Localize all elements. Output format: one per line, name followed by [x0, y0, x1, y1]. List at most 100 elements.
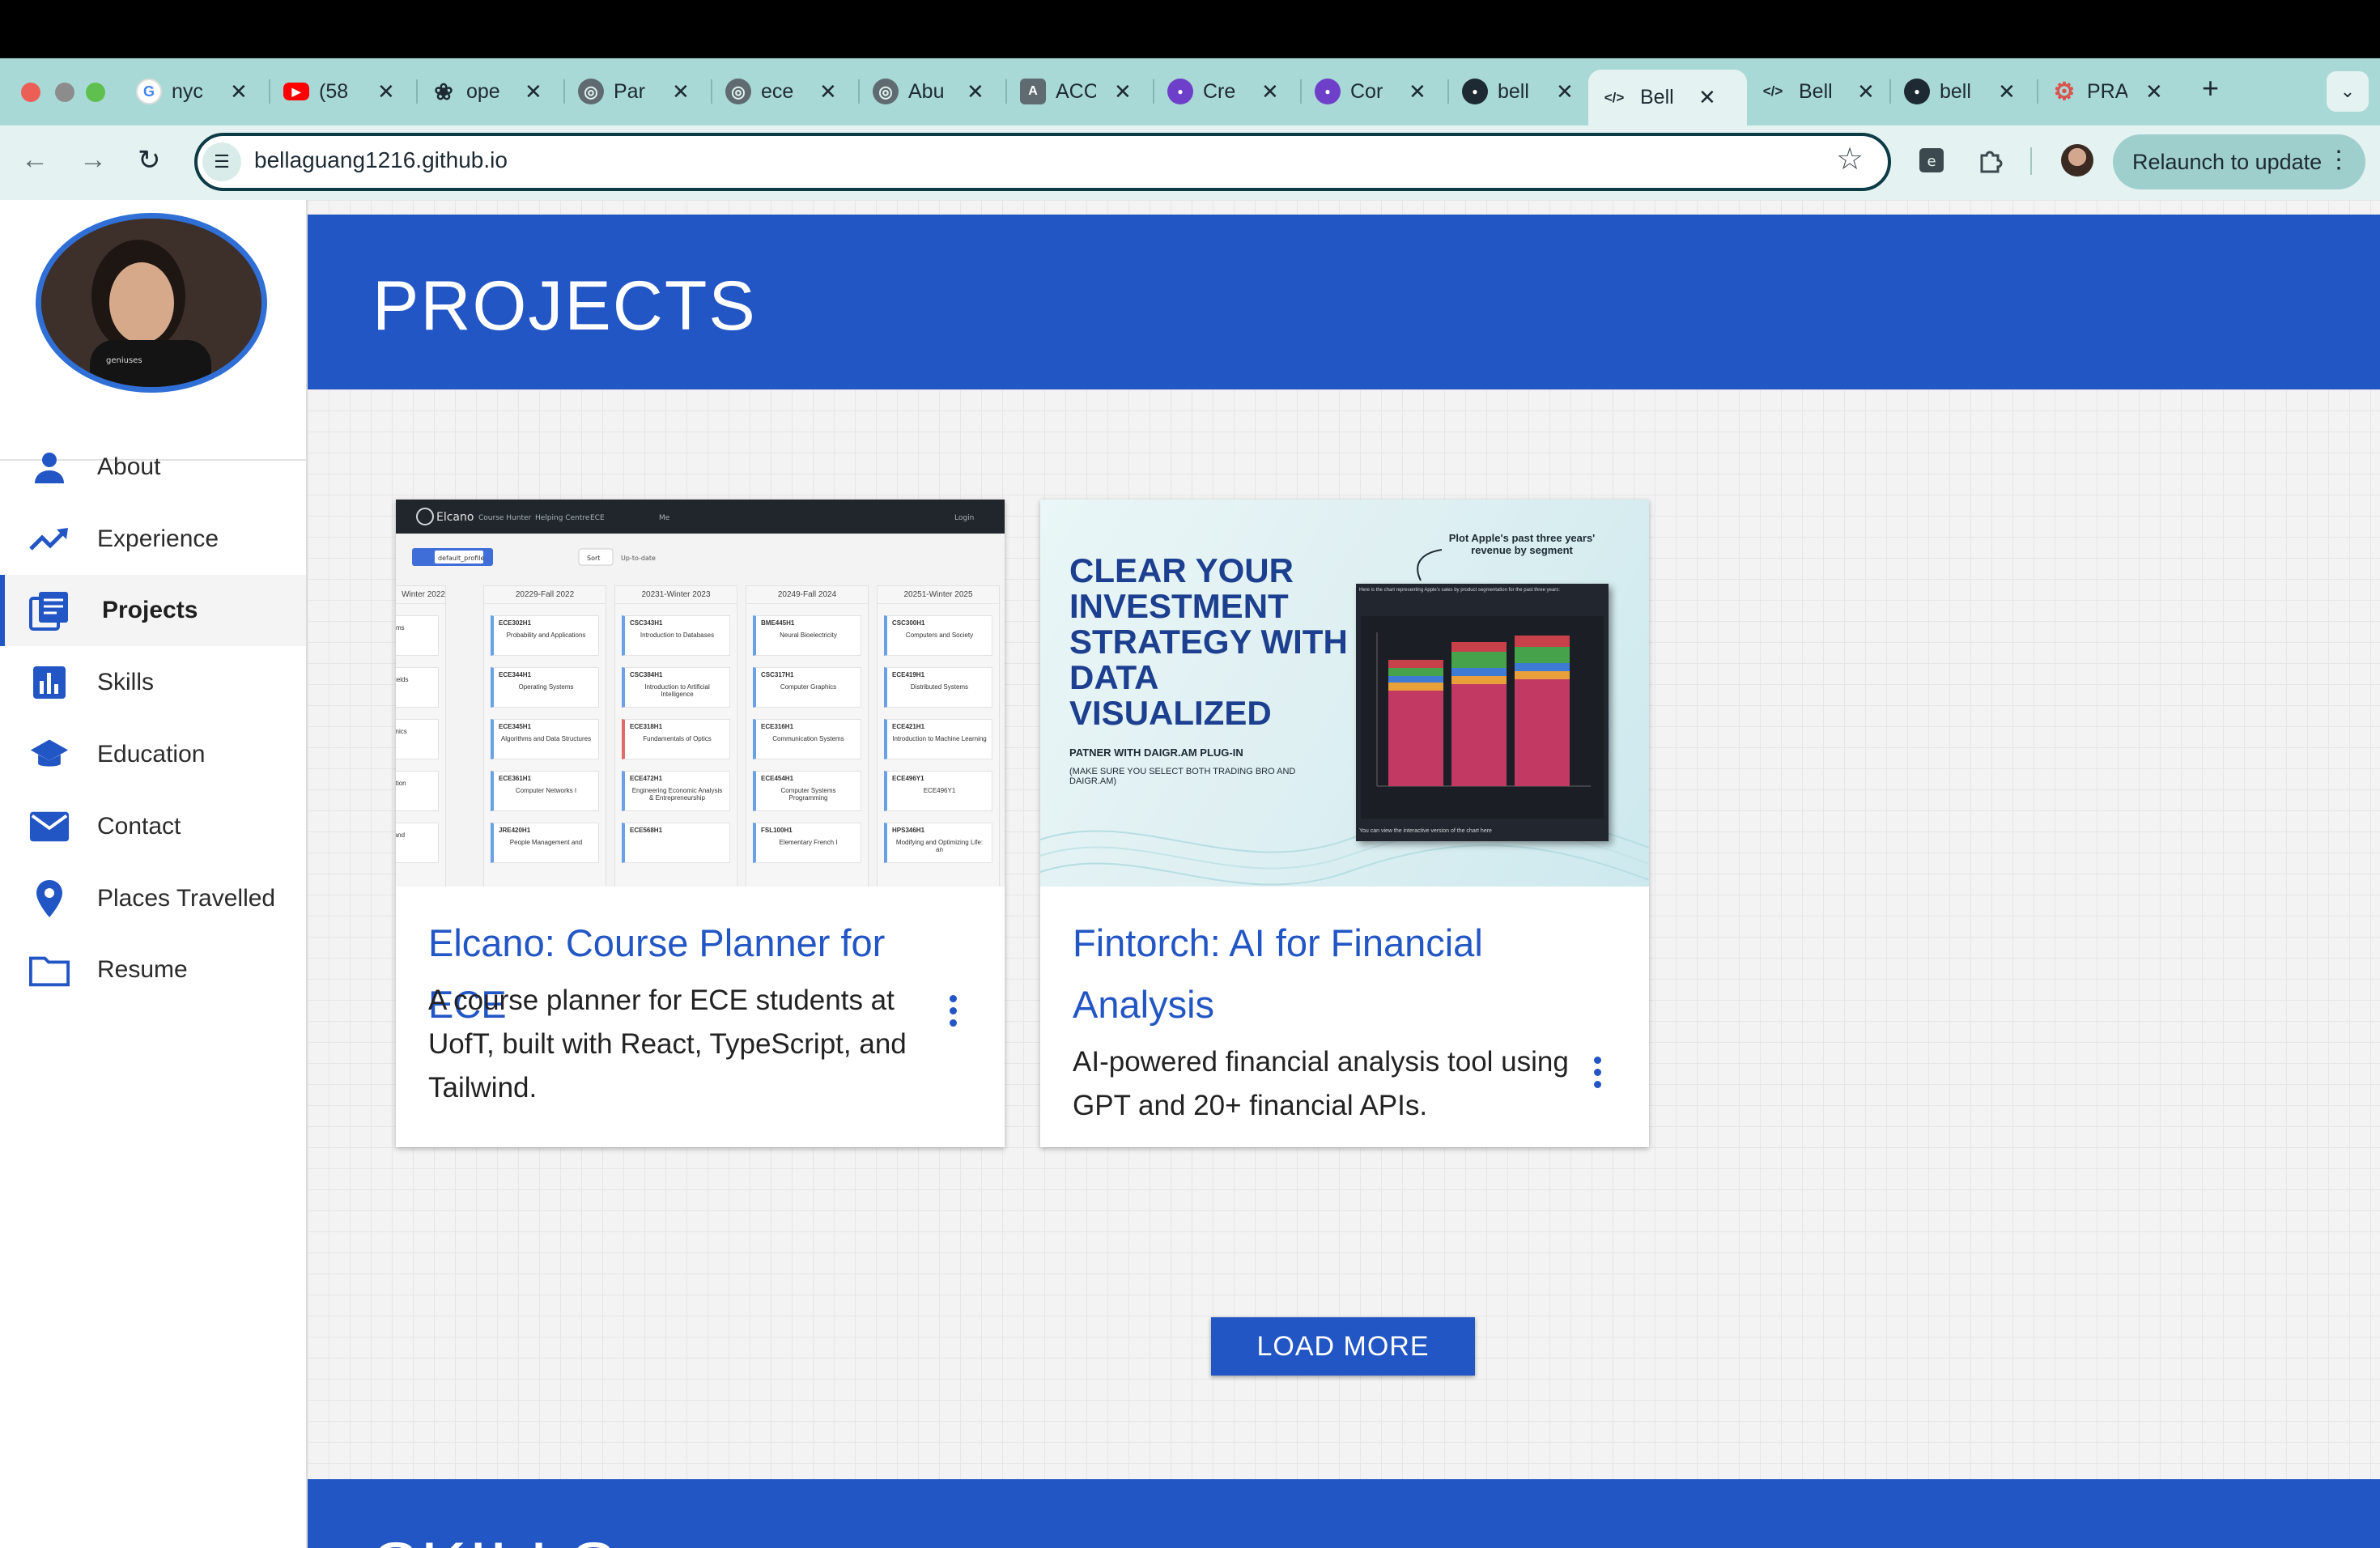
more-vert-icon[interactable]: ⋮ [2327, 146, 2351, 174]
course-card: ECE344H1 Operating Systems [491, 667, 599, 708]
close-icon[interactable]: ✕ [1556, 79, 1574, 104]
person-icon [29, 447, 70, 487]
close-icon[interactable]: ✕ [1261, 79, 1279, 104]
sidebar-item-label: Education [97, 741, 206, 768]
close-window-button[interactable] [21, 83, 40, 102]
course-code: ECE496Y1 [892, 775, 924, 782]
sidebar-item-about[interactable]: About [0, 432, 306, 503]
close-icon[interactable]: ✕ [967, 79, 984, 104]
github-icon: ● [1315, 79, 1341, 104]
close-icon[interactable]: ✕ [672, 79, 690, 104]
course-name: Computer Networks I [515, 787, 577, 794]
close-icon[interactable]: ✕ [1114, 79, 1132, 104]
tab-search-button[interactable]: ⌄ [2327, 71, 2369, 112]
load-more-button[interactable]: LOAD MORE [1211, 1317, 1475, 1376]
tab-8[interactable]: ● Cor ✕ [1305, 70, 1443, 113]
new-tab-button[interactable]: + [2202, 71, 2219, 105]
tab-12[interactable]: ● bell ✕ [1894, 70, 2032, 113]
course-code: ECE318H1 [630, 723, 663, 730]
maximize-window-button[interactable] [86, 83, 105, 102]
youtube-icon: ▶ [283, 83, 309, 100]
course-card: CSC384H1 Introduction to Artificial Intel… [622, 667, 730, 708]
tab-1[interactable]: ▶ (58 ✕ [274, 70, 411, 113]
tab-9[interactable]: ● bell ✕ [1452, 70, 1590, 113]
tab-separator [1300, 79, 1302, 104]
tab-10[interactable]: </> Bell ✕ [1588, 70, 1747, 125]
tab-13[interactable]: ⚙ PRA ✕ [2042, 70, 2179, 113]
tab-11[interactable]: </> Bell ✕ [1747, 70, 1885, 113]
svg-text:Login: Login [954, 514, 974, 522]
site-info-icon[interactable]: ☰ [202, 142, 241, 181]
close-icon[interactable]: ✕ [1857, 79, 1875, 104]
term-header: 20229-Fall 2022 [484, 586, 606, 604]
close-icon[interactable]: ✕ [230, 79, 248, 104]
close-icon[interactable]: ✕ [819, 79, 837, 104]
course-card: ECE361H1 Computer Networks I [491, 771, 599, 811]
svg-text:Sort: Sort [587, 555, 600, 562]
tab-7[interactable]: ● Cre ✕ [1158, 70, 1295, 113]
avatar: geniuses [36, 213, 267, 393]
sidebar-item-experience[interactable]: Experience [0, 504, 306, 575]
tab-6[interactable]: A ACC ✕ [1010, 70, 1148, 113]
course-name: Distributed Systems [910, 683, 969, 691]
mail-icon [29, 806, 70, 847]
tab-3[interactable]: ◎ Par ✕ [568, 70, 706, 113]
sidebar-item-education[interactable]: Education [0, 719, 306, 790]
bookmark-star-icon[interactable]: ☆ [1836, 141, 1864, 177]
tab-0[interactable]: Gnyc ✕ [126, 70, 264, 113]
close-icon[interactable]: ✕ [525, 79, 542, 104]
toolbar-divider [2030, 147, 2032, 175]
term-header: 20249-Fall 2024 [746, 586, 868, 604]
tab-separator [563, 79, 565, 104]
profile-avatar[interactable] [2061, 144, 2093, 176]
course-name: Operating Systems [518, 683, 574, 691]
project-thumbnail[interactable]: CLEAR YOUR INVESTMENT STRATEGY WITH DATA… [1040, 500, 1649, 887]
thumbnail-note: (MAKE SURE YOU SELECT BOTH TRADING BRO A… [1069, 767, 1296, 786]
course-card: ECE316H1 Communication Systems [753, 719, 861, 759]
folder-icon [29, 950, 70, 990]
sidebar-item-projects[interactable]: Projects [0, 575, 306, 646]
tab-title: Bell [1640, 86, 1674, 108]
course-card: FSL100H1 Elementary French I [753, 823, 861, 863]
url-text[interactable]: bellaguang1216.github.io [254, 147, 508, 173]
close-icon[interactable]: ✕ [1998, 79, 2016, 104]
tab-title: Cre [1203, 79, 1236, 103]
active-indicator [0, 575, 5, 646]
close-icon[interactable]: ✕ [1698, 85, 1716, 110]
project-description: A course planner for ECE students at Uof… [428, 985, 907, 1104]
sidebar-item-skills[interactable]: Skills [0, 647, 306, 718]
extension-icon[interactable]: e [1917, 146, 1946, 175]
tab-title: bell [1940, 79, 1971, 103]
github-icon: ● [1462, 79, 1488, 104]
minimize-window-button[interactable] [55, 83, 74, 102]
close-icon[interactable]: ✕ [2145, 79, 2163, 104]
project-thumbnail[interactable]: Elcano Course Hunter Helping Centre ECE … [396, 500, 1005, 887]
tab-2[interactable]: ❀ ope ✕ [421, 70, 559, 113]
sidebar-item-label: Projects [102, 597, 198, 623]
sidebar-item-contact[interactable]: Contact [0, 791, 306, 862]
tab-5[interactable]: ◎ Abu ✕ [863, 70, 1001, 113]
course-name: Probability and Applications [506, 632, 586, 639]
more-vert-icon[interactable] [950, 995, 959, 1027]
course-card: ECE419H1 Distributed Systems [884, 667, 992, 708]
skills-header: SKILLS [308, 1479, 2380, 1548]
tab-separator [2037, 79, 2038, 104]
close-icon[interactable]: ✕ [1409, 79, 1426, 104]
reload-button[interactable]: ↻ [138, 144, 161, 176]
svg-text:Up-to-date: Up-to-date [621, 555, 656, 562]
project-title[interactable]: Fintorch: AI for Financial Analysis [1073, 912, 1526, 1036]
forward-button[interactable]: → [79, 144, 107, 176]
course-code: ECE302H1 [499, 619, 532, 627]
sidebar-item-places-travelled[interactable]: Places Travelled [0, 863, 306, 934]
close-icon[interactable]: ✕ [377, 79, 395, 104]
course-card: r Organization [396, 771, 439, 811]
relaunch-label: Relaunch to update [2132, 149, 2323, 174]
tab-4[interactable]: ◎ ece ✕ [716, 70, 853, 113]
project-card-fintorch[interactable]: CLEAR YOUR INVESTMENT STRATEGY WITH DATA… [1040, 500, 1649, 1147]
more-vert-icon[interactable] [1594, 1057, 1604, 1088]
sidebar-item-resume[interactable]: Resume [0, 934, 306, 1006]
extensions-puzzle-icon[interactable] [1975, 146, 2004, 175]
back-button[interactable]: ← [21, 144, 49, 176]
project-card-elcano[interactable]: Elcano Course Hunter Helping Centre ECE … [396, 500, 1005, 1147]
relaunch-button[interactable]: Relaunch to update ⋮ [2113, 134, 2365, 189]
